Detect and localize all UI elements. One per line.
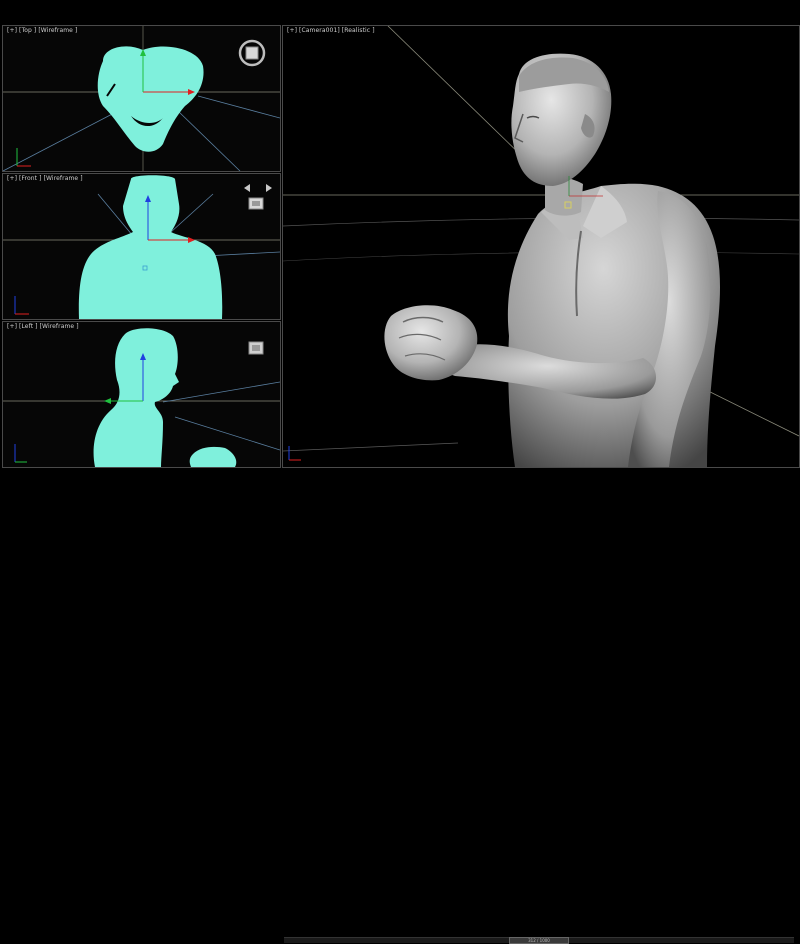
front-view-canvas [3,175,280,319]
viewcube-icon[interactable] [240,184,272,218]
camera-view-canvas [283,26,799,467]
viewport-label[interactable]: [+] [Left ] [Wireframe ] [7,323,79,330]
time-slider[interactable]: 312 / 1000 [509,937,569,944]
timeline-track[interactable]: 312 / 1000 [284,937,794,944]
viewcube-icon[interactable] [237,38,267,72]
viewport-top[interactable]: [+] [Top ] [Wireframe ] [2,25,281,172]
menu-bar-area [0,0,800,24]
left-view-hands-silhouette [189,446,237,467]
left-view-canvas [3,328,280,467]
viewport-label[interactable]: [+] [Top ] [Wireframe ] [7,27,77,34]
gizmo-y-arrow [104,398,111,404]
camera-frustum-line [197,95,280,119]
top-view-model-silhouette [97,46,204,152]
viewport-left[interactable]: [+] [Left ] [Wireframe ] [2,321,281,468]
camera-frustum-line [177,110,241,171]
viewport-front[interactable]: [+] [Front ] [Wireframe ] [2,173,281,320]
status-bar-area: 312 / 1000 [0,468,800,944]
camera-frustum-line [3,110,119,171]
viewcube-icon[interactable] [243,338,269,362]
viewport-label[interactable]: [+] [Front ] [Wireframe ] [7,175,83,182]
left-view-model-silhouette [93,328,179,467]
viewport-camera[interactable]: [+] [Camera001] [Realistic ] [282,25,800,468]
viewport-label[interactable]: [+] [Camera001] [Realistic ] [287,27,375,34]
